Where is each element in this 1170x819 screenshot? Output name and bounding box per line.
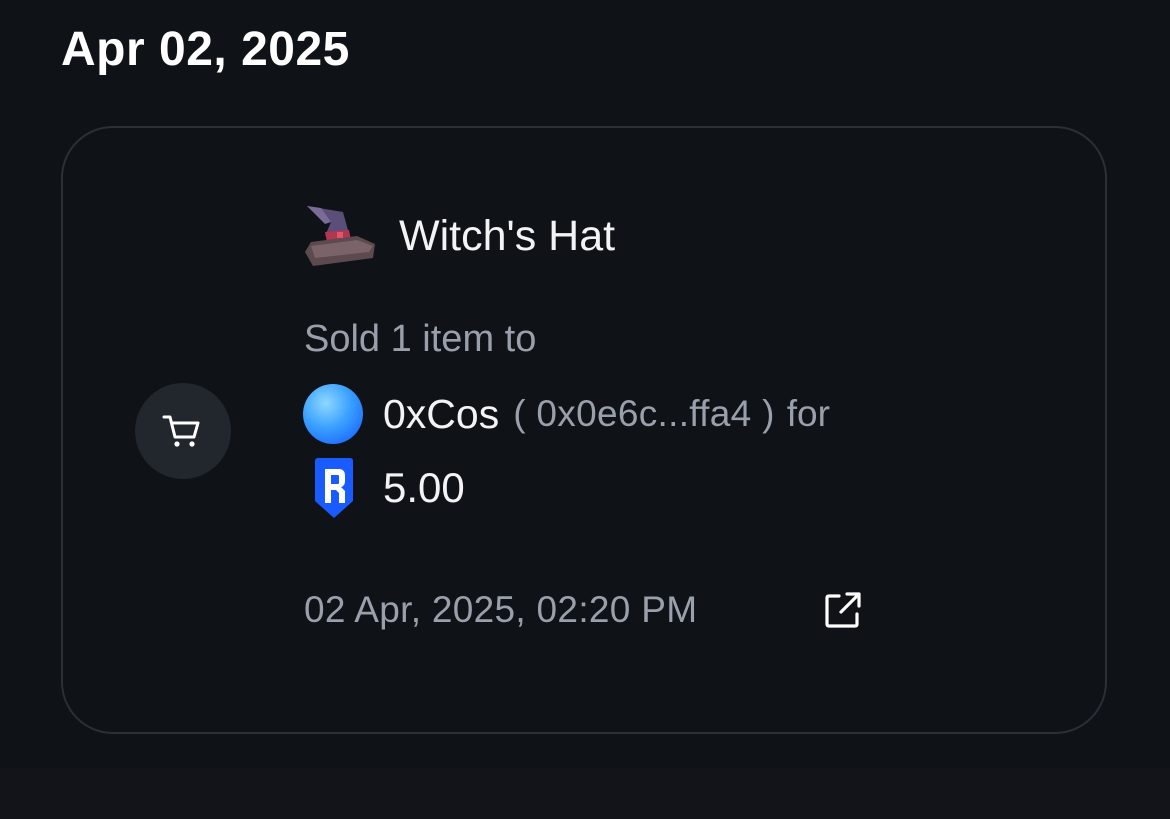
buyer-address[interactable]: ( 0x0e6c...ffa4 )	[513, 391, 775, 437]
price-row: 5.00	[312, 456, 465, 520]
external-link-icon[interactable]	[822, 589, 864, 631]
witch-hat-icon	[305, 206, 375, 266]
timestamp-row: 02 Apr, 2025, 02:20 PM	[304, 585, 697, 635]
shopping-cart-icon	[162, 415, 200, 447]
buyer-avatar[interactable]	[303, 384, 363, 444]
timestamp: 02 Apr, 2025, 02:20 PM	[304, 589, 698, 630]
item-row[interactable]: Witch's Hat	[303, 200, 615, 272]
item-name[interactable]: Witch's Hat	[399, 210, 615, 262]
date-heading: Apr 02, 2025	[61, 23, 350, 76]
bottom-strip	[0, 768, 1170, 819]
buyer-name[interactable]: 0xCos	[383, 389, 499, 439]
buyer-suffix: for	[786, 393, 830, 434]
buyer-row[interactable]: 0xCos ( 0x0e6c...ffa4 ) for	[303, 383, 830, 445]
action-text: Sold 1 item to	[304, 318, 537, 360]
price-amount: 5.00	[383, 464, 465, 511]
activity-type-badge	[135, 383, 231, 479]
ronin-token-icon	[315, 458, 353, 518]
